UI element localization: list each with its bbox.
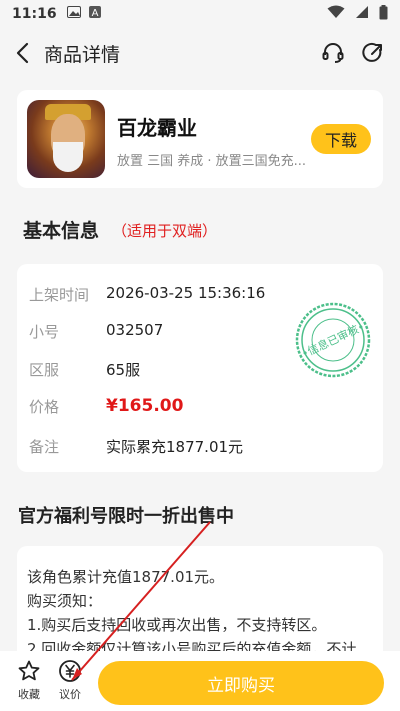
bottom-action-bar: 收藏 议价 立即购买 [0, 651, 400, 711]
headset-icon [322, 43, 344, 63]
stamp-text: •信息已审核• [299, 319, 367, 360]
back-button[interactable] [0, 28, 44, 78]
share-icon [362, 42, 382, 62]
download-button[interactable]: 下载 [311, 124, 371, 154]
info-row-remark: 备注 实际累充1877.01元 [29, 436, 243, 457]
app-header: 商品详情 [0, 28, 400, 78]
info-row-listing-time: 上架时间 2026-03-25 15:36:16 [29, 284, 265, 305]
info-label: 备注 [29, 438, 60, 456]
chevron-left-icon [16, 42, 29, 64]
game-icon [27, 100, 105, 178]
svg-text:A: A [91, 8, 98, 18]
description-line: 该角色累计充值1877.01元。 [27, 568, 225, 586]
info-label: 价格 [29, 398, 60, 416]
game-name: 百龙霸业 [117, 116, 197, 140]
yuan-icon [59, 660, 81, 682]
info-label: 区服 [29, 361, 60, 379]
game-tags: 放置 三国 养成 · 放置三国免充... [117, 154, 307, 169]
favorite-button[interactable]: 收藏 [9, 659, 49, 702]
game-card[interactable]: 百龙霸业 放置 三国 养成 · 放置三国免充... 下载 [17, 90, 383, 188]
favorite-label: 收藏 [18, 688, 40, 701]
promo-title: 官方福利号限时一折出售中 [18, 506, 234, 527]
gallery-icon [66, 6, 81, 22]
status-bar: 11:16 A [0, 0, 400, 28]
info-row-server: 区服 65服 [29, 359, 140, 380]
signal-icon [355, 5, 369, 23]
info-label: 小号 [29, 323, 60, 341]
info-row-price: 价格 ¥165.00 [29, 396, 183, 417]
info-value: 实际累充1877.01元 [106, 438, 244, 456]
battery-icon [379, 4, 388, 24]
description-line: 1.购买后支持回收或再次出售，不支持转区。 [27, 616, 327, 634]
page-title: 商品详情 [44, 43, 121, 66]
share-button[interactable] [360, 40, 386, 66]
basic-info-note: （适用于双端） [112, 222, 218, 240]
status-time: 11:16 [12, 6, 57, 22]
price-value: ¥165.00 [106, 396, 184, 416]
buy-now-button[interactable]: 立即购买 [98, 661, 384, 705]
bargain-button[interactable]: 议价 [50, 659, 90, 702]
info-label: 上架时间 [29, 286, 90, 304]
verified-stamp: •信息已审核• [295, 302, 371, 378]
info-value: 032507 [106, 321, 164, 339]
description-line: 购买须知： [27, 592, 103, 610]
info-value: 65服 [106, 361, 141, 379]
wifi-icon [327, 5, 345, 23]
info-row-account-id: 小号 032507 [29, 321, 163, 342]
star-icon [18, 660, 40, 681]
basic-info-card: 上架时间 2026-03-25 15:36:16 小号 032507 区服 65… [17, 264, 383, 472]
basic-info-title: 基本信息 [23, 220, 100, 242]
customer-service-button[interactable] [320, 40, 346, 66]
info-value: 2026-03-25 15:36:16 [106, 284, 266, 302]
notification-a-icon: A [88, 6, 101, 22]
bargain-label: 议价 [59, 688, 81, 701]
